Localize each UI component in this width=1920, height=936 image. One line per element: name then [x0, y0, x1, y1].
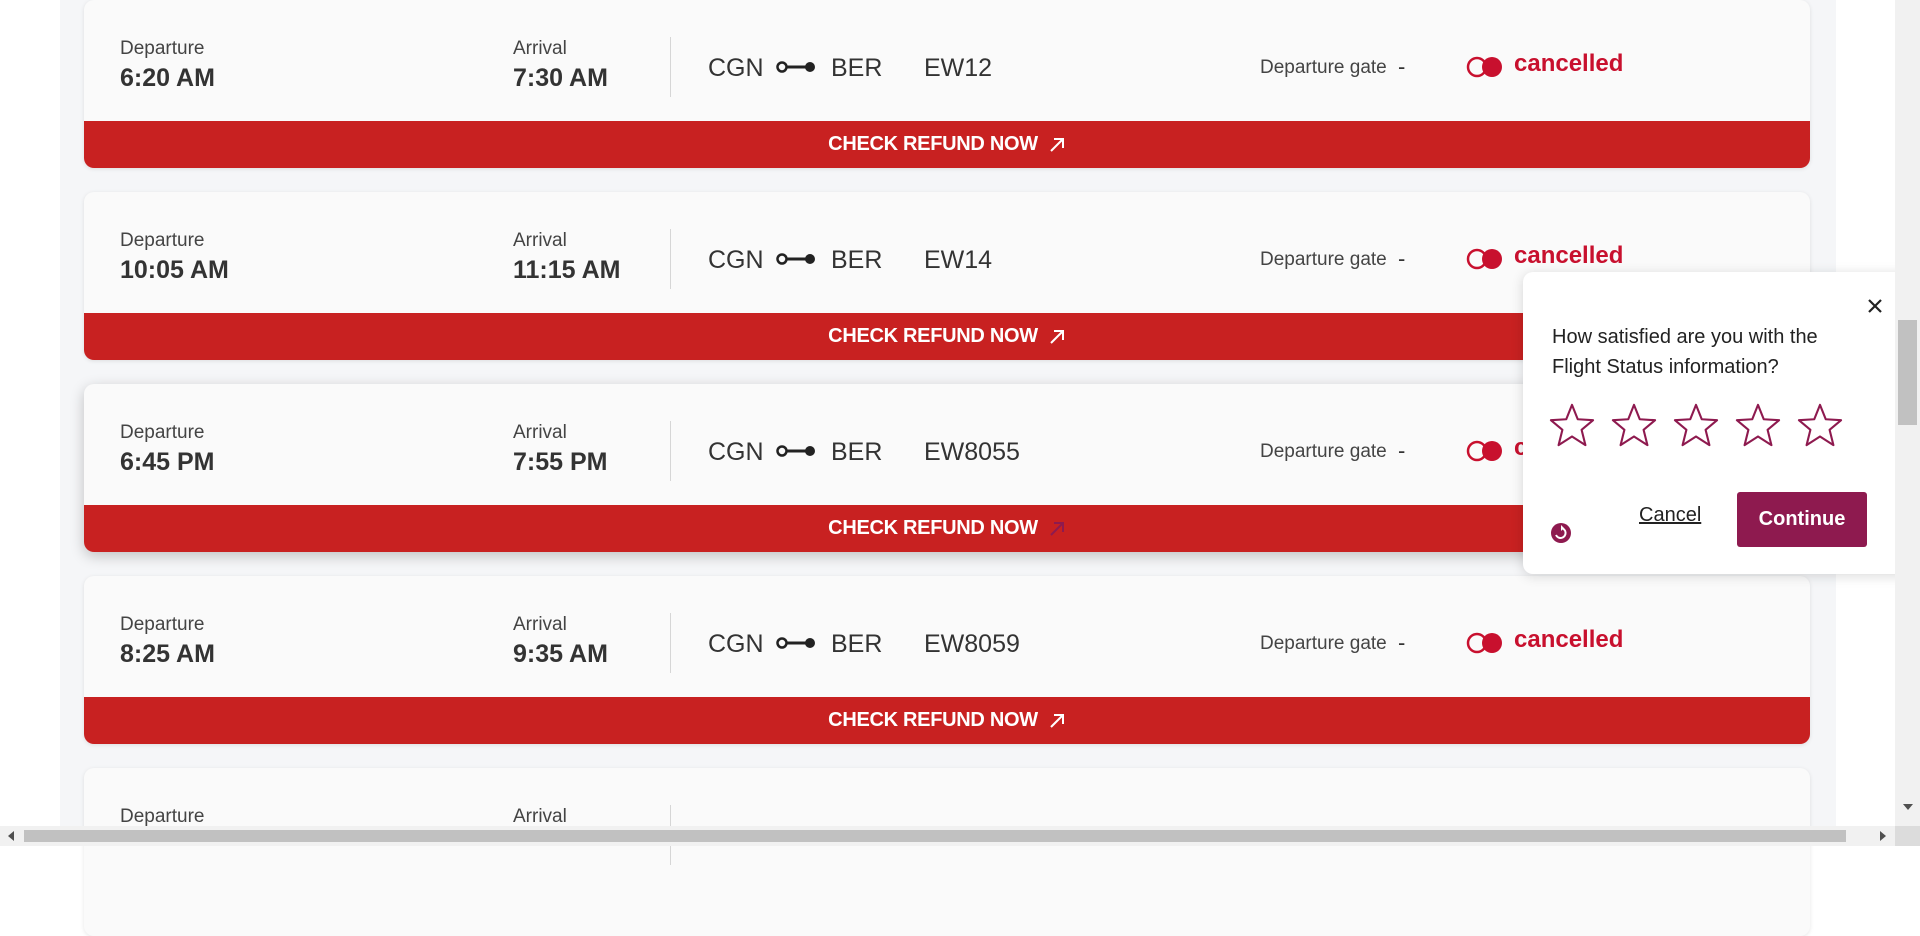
departure-label: Departure — [120, 230, 205, 251]
status-text: cancelled — [1514, 626, 1624, 653]
external-arrow-icon — [1050, 329, 1064, 344]
status-text: cancelled — [1514, 242, 1624, 269]
origin-airport: CGN — [708, 54, 764, 82]
arrival-label: Arrival — [513, 614, 567, 635]
arrival-label: Arrival — [513, 422, 567, 443]
departure-time: 10:05 AM — [120, 256, 229, 284]
departure-gate-label: Departure gate — [1260, 249, 1387, 270]
divider — [670, 37, 671, 97]
flight-card: Departure 8:25 AM Arrival 9:35 AM CGN BE… — [84, 576, 1810, 744]
external-arrow-icon — [1050, 137, 1064, 152]
star-3-icon[interactable] — [1673, 402, 1719, 448]
check-refund-label: CHECK REFUND NOW — [828, 133, 1038, 155]
cancelled-status-icon — [1466, 248, 1502, 270]
close-icon[interactable] — [1863, 294, 1887, 318]
star-4-icon[interactable] — [1735, 402, 1781, 448]
departure-gate-label: Departure gate — [1260, 441, 1387, 462]
route-connector-icon — [776, 445, 815, 457]
cancel-button[interactable]: Cancel — [1639, 504, 1701, 527]
arrival-time: 11:15 AM — [513, 256, 621, 284]
departure-gate-value: - — [1398, 630, 1406, 655]
status-text: cancelled — [1514, 50, 1624, 77]
survey-logo-icon — [1551, 523, 1571, 543]
arrival-time: 9:35 AM — [513, 640, 608, 668]
flight-card: Departure Arrival — [84, 768, 1810, 936]
satisfaction-survey-popup: How satisfied are you with the Flight St… — [1523, 272, 1913, 574]
departure-time: 6:45 PM — [120, 448, 215, 476]
destination-airport: BER — [831, 54, 883, 82]
departure-label: Departure — [120, 806, 205, 827]
star-2-icon[interactable] — [1611, 402, 1657, 448]
check-refund-label: CHECK REFUND NOW — [828, 709, 1038, 731]
origin-airport: CGN — [708, 630, 764, 658]
horizontal-scrollbar-thumb[interactable] — [24, 830, 1846, 842]
departure-gate-label: Departure gate — [1260, 633, 1387, 654]
departure-gate-value: - — [1398, 438, 1406, 463]
check-refund-label: CHECK REFUND NOW — [828, 325, 1038, 347]
cancelled-status-icon — [1466, 440, 1502, 462]
scroll-right-arrow-icon[interactable] — [1878, 830, 1888, 842]
star-5-icon[interactable] — [1797, 402, 1843, 448]
flight-number: EW12 — [924, 54, 993, 82]
star-1-icon[interactable] — [1549, 402, 1595, 448]
arrival-label: Arrival — [513, 230, 567, 251]
flight-number: EW8055 — [924, 438, 1020, 466]
flight-number: EW14 — [924, 246, 993, 274]
departure-gate-value: - — [1398, 246, 1406, 271]
check-refund-button[interactable]: CHECK REFUND NOW — [84, 121, 1810, 168]
divider — [670, 421, 671, 481]
arrival-time: 7:30 AM — [513, 64, 608, 92]
route-connector-icon — [776, 637, 815, 649]
scrollbar-corner — [1895, 826, 1920, 846]
arrival-label: Arrival — [513, 806, 567, 827]
continue-button[interactable]: Continue — [1737, 492, 1867, 547]
departure-label: Departure — [120, 38, 205, 59]
scroll-left-arrow-icon[interactable] — [6, 830, 16, 842]
star-rating — [1549, 402, 1843, 448]
external-arrow-icon — [1050, 521, 1064, 536]
divider — [670, 229, 671, 289]
destination-airport: BER — [831, 246, 883, 274]
departure-gate-label: Departure gate — [1260, 57, 1387, 78]
vertical-scrollbar-thumb[interactable] — [1898, 320, 1917, 425]
cancelled-status-icon — [1466, 56, 1502, 78]
origin-airport: CGN — [708, 438, 764, 466]
arrival-time: 7:55 PM — [513, 448, 608, 476]
departure-gate-value: - — [1398, 54, 1406, 79]
route-connector-icon — [776, 61, 815, 73]
check-refund-label: CHECK REFUND NOW — [828, 517, 1038, 539]
departure-label: Departure — [120, 422, 205, 443]
flight-card: Departure 6:20 AM Arrival 7:30 AM CGN BE… — [84, 0, 1810, 168]
arrival-label: Arrival — [513, 38, 567, 59]
divider — [670, 613, 671, 673]
flight-card-info: Departure 8:25 AM Arrival 9:35 AM CGN BE… — [84, 576, 1810, 697]
departure-time: 8:25 AM — [120, 640, 215, 668]
scroll-down-arrow-icon[interactable] — [1901, 802, 1915, 812]
check-refund-button[interactable]: CHECK REFUND NOW — [84, 697, 1810, 744]
departure-time: 6:20 AM — [120, 64, 215, 92]
departure-label: Departure — [120, 614, 205, 635]
cancelled-status-icon — [1466, 632, 1502, 654]
external-arrow-icon — [1050, 713, 1064, 728]
flight-number: EW8059 — [924, 630, 1020, 658]
origin-airport: CGN — [708, 246, 764, 274]
route-connector-icon — [776, 253, 815, 265]
survey-question: How satisfied are you with the Flight St… — [1552, 326, 1818, 378]
flight-card-info: Departure 6:20 AM Arrival 7:30 AM CGN BE… — [84, 0, 1810, 121]
destination-airport: BER — [831, 630, 883, 658]
destination-airport: BER — [831, 438, 883, 466]
